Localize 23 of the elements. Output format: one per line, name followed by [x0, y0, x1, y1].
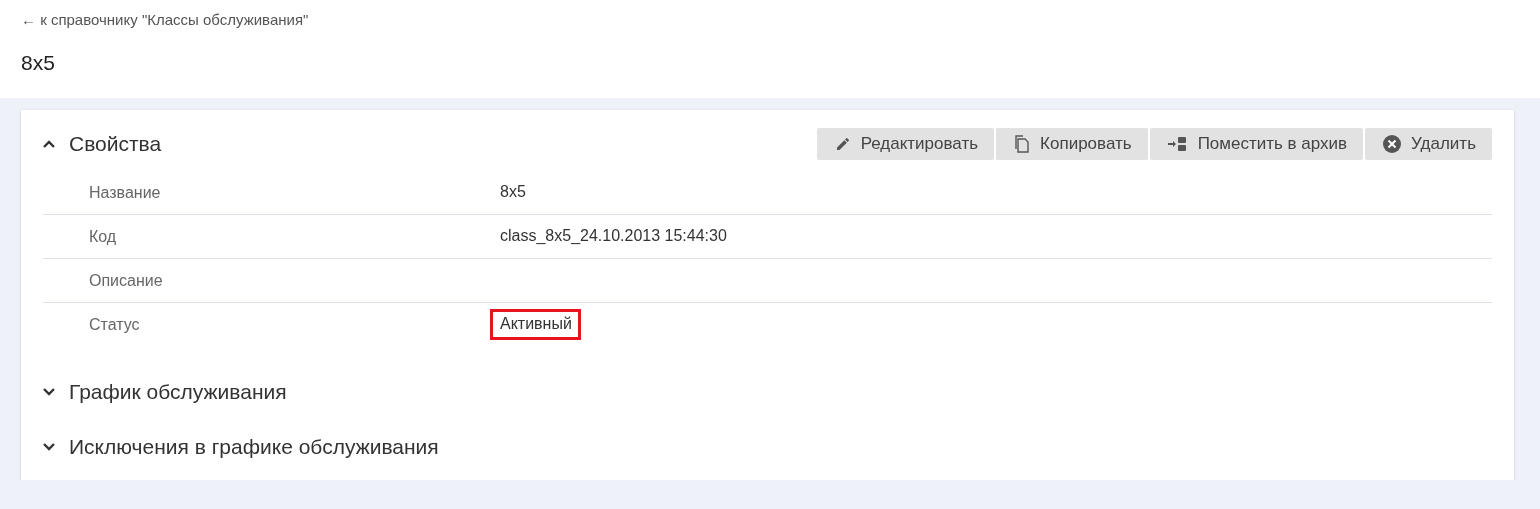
edit-button[interactable]: Редактировать [816, 127, 995, 160]
chevron-down-icon [43, 442, 55, 451]
property-label: Код [89, 227, 117, 246]
section-toggle[interactable]: Свойства [43, 131, 162, 156]
close-circle-icon [1383, 134, 1402, 153]
copy-icon [1014, 134, 1031, 153]
property-value: 8x5 [499, 182, 527, 202]
back-link[interactable]: ← к справочнику "Классы обслуживания" [21, 11, 309, 28]
section-toggle[interactable]: Исключения в графике обслуживания [43, 434, 439, 459]
property-label: Название [89, 183, 161, 202]
chevron-down-icon [43, 387, 55, 396]
chevron-up-icon [43, 139, 55, 148]
archive-button[interactable]: Поместить в архив [1149, 127, 1364, 160]
archive-icon [1167, 135, 1188, 152]
highlighted-property-value: Активный [490, 309, 581, 340]
section-toggle[interactable]: График обслуживания [43, 379, 287, 404]
delete-button[interactable]: Удалить [1365, 127, 1492, 160]
property-label: Статус [89, 315, 140, 334]
pencil-icon [834, 135, 851, 152]
page-title: 8x5 [21, 51, 55, 75]
copy-button[interactable]: Копировать [996, 127, 1148, 160]
property-value: class_8x5_24.10.2013 15:44:30 [499, 226, 728, 246]
property-label: Описание [89, 271, 163, 290]
